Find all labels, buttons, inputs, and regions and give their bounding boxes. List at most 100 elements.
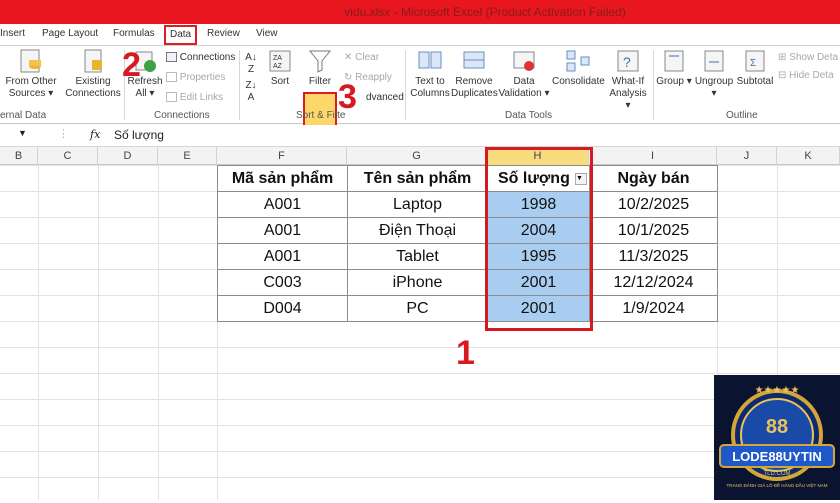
column-header-k[interactable]: K xyxy=(777,147,840,165)
svg-text:ZA: ZA xyxy=(273,55,282,62)
sort-button[interactable]: ZA AZ Sort xyxy=(264,48,296,88)
group-label-connections: Connections xyxy=(154,110,210,121)
tab-view[interactable]: View xyxy=(252,27,282,41)
svg-text:Σ: Σ xyxy=(750,58,756,69)
table-cell[interactable]: 10/2/2025 xyxy=(589,191,718,218)
formula-input[interactable]: Số lượng xyxy=(114,128,164,142)
table-cell[interactable]: 11/3/2025 xyxy=(589,243,718,270)
selected-column-outline xyxy=(485,147,593,331)
column-header-d[interactable]: D xyxy=(98,147,158,165)
table-header-row: Mã sản phẩm Tên sản phẩm Số lượng ▼ Ngày… xyxy=(217,165,718,192)
name-box-dropdown-icon[interactable]: ▼ xyxy=(18,128,27,138)
sort-az-icon: A↓ Z xyxy=(245,52,257,75)
tab-formulas[interactable]: Formulas xyxy=(109,27,159,41)
edit-links-button[interactable]: Edit Links xyxy=(166,92,223,104)
table-cell[interactable]: PC xyxy=(347,295,488,322)
column-header-i[interactable]: I xyxy=(589,147,717,165)
table-cell[interactable]: C003 xyxy=(217,269,348,296)
tab-data[interactable]: Data xyxy=(164,25,198,45)
table-cell[interactable]: 1/9/2024 xyxy=(589,295,718,322)
column-header-row: B C D E F G H I J K xyxy=(0,147,840,165)
filter-button[interactable]: Filter xyxy=(303,48,337,88)
what-if-icon: ? xyxy=(617,50,639,72)
subtotal-icon: Σ xyxy=(745,50,765,72)
grid-line xyxy=(98,165,99,500)
header-cell-ngay-ban[interactable]: Ngày bán xyxy=(589,165,718,192)
show-detail-icon: ⊞ xyxy=(778,52,787,63)
header-cell-ma-san-pham[interactable]: Mã sản phẩm xyxy=(217,165,348,192)
what-if-analysis-button[interactable]: ? What-If Analysis ▾ xyxy=(606,48,650,112)
link-icon xyxy=(166,92,177,103)
separator xyxy=(239,50,240,120)
fx-icon[interactable]: fx xyxy=(90,128,100,141)
grid-line xyxy=(158,165,159,500)
table-cell[interactable]: Điện Thoại xyxy=(347,217,488,244)
window-title-bar: vidu.xlsx - Microsoft Excel (Product Act… xyxy=(0,0,840,24)
svg-text:AZ: AZ xyxy=(273,63,283,70)
connections-icon xyxy=(166,52,177,63)
remove-duplicates-icon xyxy=(463,51,485,69)
existing-connections-button[interactable]: Existing Connections xyxy=(64,48,122,100)
consolidate-icon xyxy=(566,50,590,72)
svg-text:?: ? xyxy=(623,54,631,70)
table-row: D004 PC 2001 1/9/2024 xyxy=(217,295,718,322)
text-to-columns-icon xyxy=(418,51,442,69)
show-detail-button[interactable]: ⊞ Show Deta xyxy=(778,52,838,64)
group-label-data-tools: Data Tools xyxy=(505,110,553,121)
table-cell[interactable]: D004 xyxy=(217,295,348,322)
clear-filter-button[interactable]: ✕ Clear xyxy=(344,52,379,64)
grid-line xyxy=(38,165,39,500)
formula-bar: ▼ ⋮ fx Số lượng xyxy=(0,125,840,147)
advanced-filter-button[interactable]: dvanced xyxy=(366,92,404,104)
table-cell[interactable]: Laptop xyxy=(347,191,488,218)
tab-page-layout[interactable]: Page Layout xyxy=(38,27,102,41)
table-cell[interactable]: A001 xyxy=(217,243,348,270)
text-to-columns-button[interactable]: Text to Columns xyxy=(408,48,452,100)
table-cell[interactable]: iPhone xyxy=(347,269,488,296)
sort-az-button[interactable]: A↓ Z xyxy=(243,52,259,76)
hide-detail-icon: ⊟ xyxy=(778,70,787,81)
sort-za-icon: Z↓ A xyxy=(245,80,257,103)
data-validation-button[interactable]: Data Validation ▾ xyxy=(498,48,550,100)
svg-text:88: 88 xyxy=(766,416,788,438)
table-cell[interactable]: Tablet xyxy=(347,243,488,270)
properties-button[interactable]: Properties xyxy=(166,72,225,84)
remove-duplicates-button[interactable]: Remove Duplicates xyxy=(451,48,498,100)
column-header-j[interactable]: J xyxy=(717,147,777,165)
data-table: Mã sản phẩm Tên sản phẩm Số lượng ▼ Ngày… xyxy=(217,165,718,322)
svg-text:TRANG ĐÁNH GIÁ LÔ ĐỀ HÀNG ĐẦU: TRANG ĐÁNH GIÁ LÔ ĐỀ HÀNG ĐẦU VIỆT NAM xyxy=(727,481,828,488)
group-label-outline: Outline xyxy=(726,110,758,121)
tab-insert[interactable]: Insert xyxy=(0,27,29,41)
table-cell[interactable]: A001 xyxy=(217,217,348,244)
document-icon xyxy=(84,49,102,73)
group-label-external-data: ernal Data xyxy=(0,110,47,121)
tab-review[interactable]: Review xyxy=(203,27,244,41)
header-cell-ten-san-pham[interactable]: Tên sản phẩm xyxy=(347,165,488,192)
hide-detail-button[interactable]: ⊟ Hide Deta xyxy=(778,70,834,82)
column-header-g[interactable]: G xyxy=(347,147,487,165)
sort-za-button[interactable]: Z↓ A xyxy=(243,80,259,104)
sort-icon: ZAAZ xyxy=(269,50,291,72)
subtotal-button[interactable]: Σ Subtotal xyxy=(734,48,776,88)
column-header-f[interactable]: F xyxy=(217,147,347,165)
consolidate-button[interactable]: Consolidate xyxy=(552,48,605,88)
svg-text:★★★★★: ★★★★★ xyxy=(755,385,800,396)
column-header-c[interactable]: C xyxy=(38,147,98,165)
column-header-e[interactable]: E xyxy=(158,147,217,165)
brand-logo-graphic: LODE88UYTIN TLD.COM TRANG ĐÁNH GIÁ LÔ ĐỀ… xyxy=(719,385,835,488)
connections-button[interactable]: Connections xyxy=(166,52,235,64)
separator xyxy=(653,50,654,120)
group-button[interactable]: Group ▾ xyxy=(656,48,692,88)
separator xyxy=(405,50,406,120)
group-icon xyxy=(664,50,684,72)
column-header-b[interactable]: B xyxy=(0,147,38,165)
table-cell[interactable]: 12/12/2024 xyxy=(589,269,718,296)
table-cell[interactable]: 10/1/2025 xyxy=(589,217,718,244)
ribbon-tab-bar: Insert Page Layout Formulas Data Review … xyxy=(0,24,840,46)
table-cell[interactable]: A001 xyxy=(217,191,348,218)
from-other-sources-button[interactable]: From Other Sources ▾ xyxy=(2,48,60,100)
annotation-step-3: 3 xyxy=(338,78,357,116)
ungroup-button[interactable]: Ungroup ▾ xyxy=(692,48,736,100)
window-title: vidu.xlsx - Microsoft Excel (Product Act… xyxy=(344,5,626,19)
table-row: C003 iPhone 2001 12/12/2024 xyxy=(217,269,718,296)
